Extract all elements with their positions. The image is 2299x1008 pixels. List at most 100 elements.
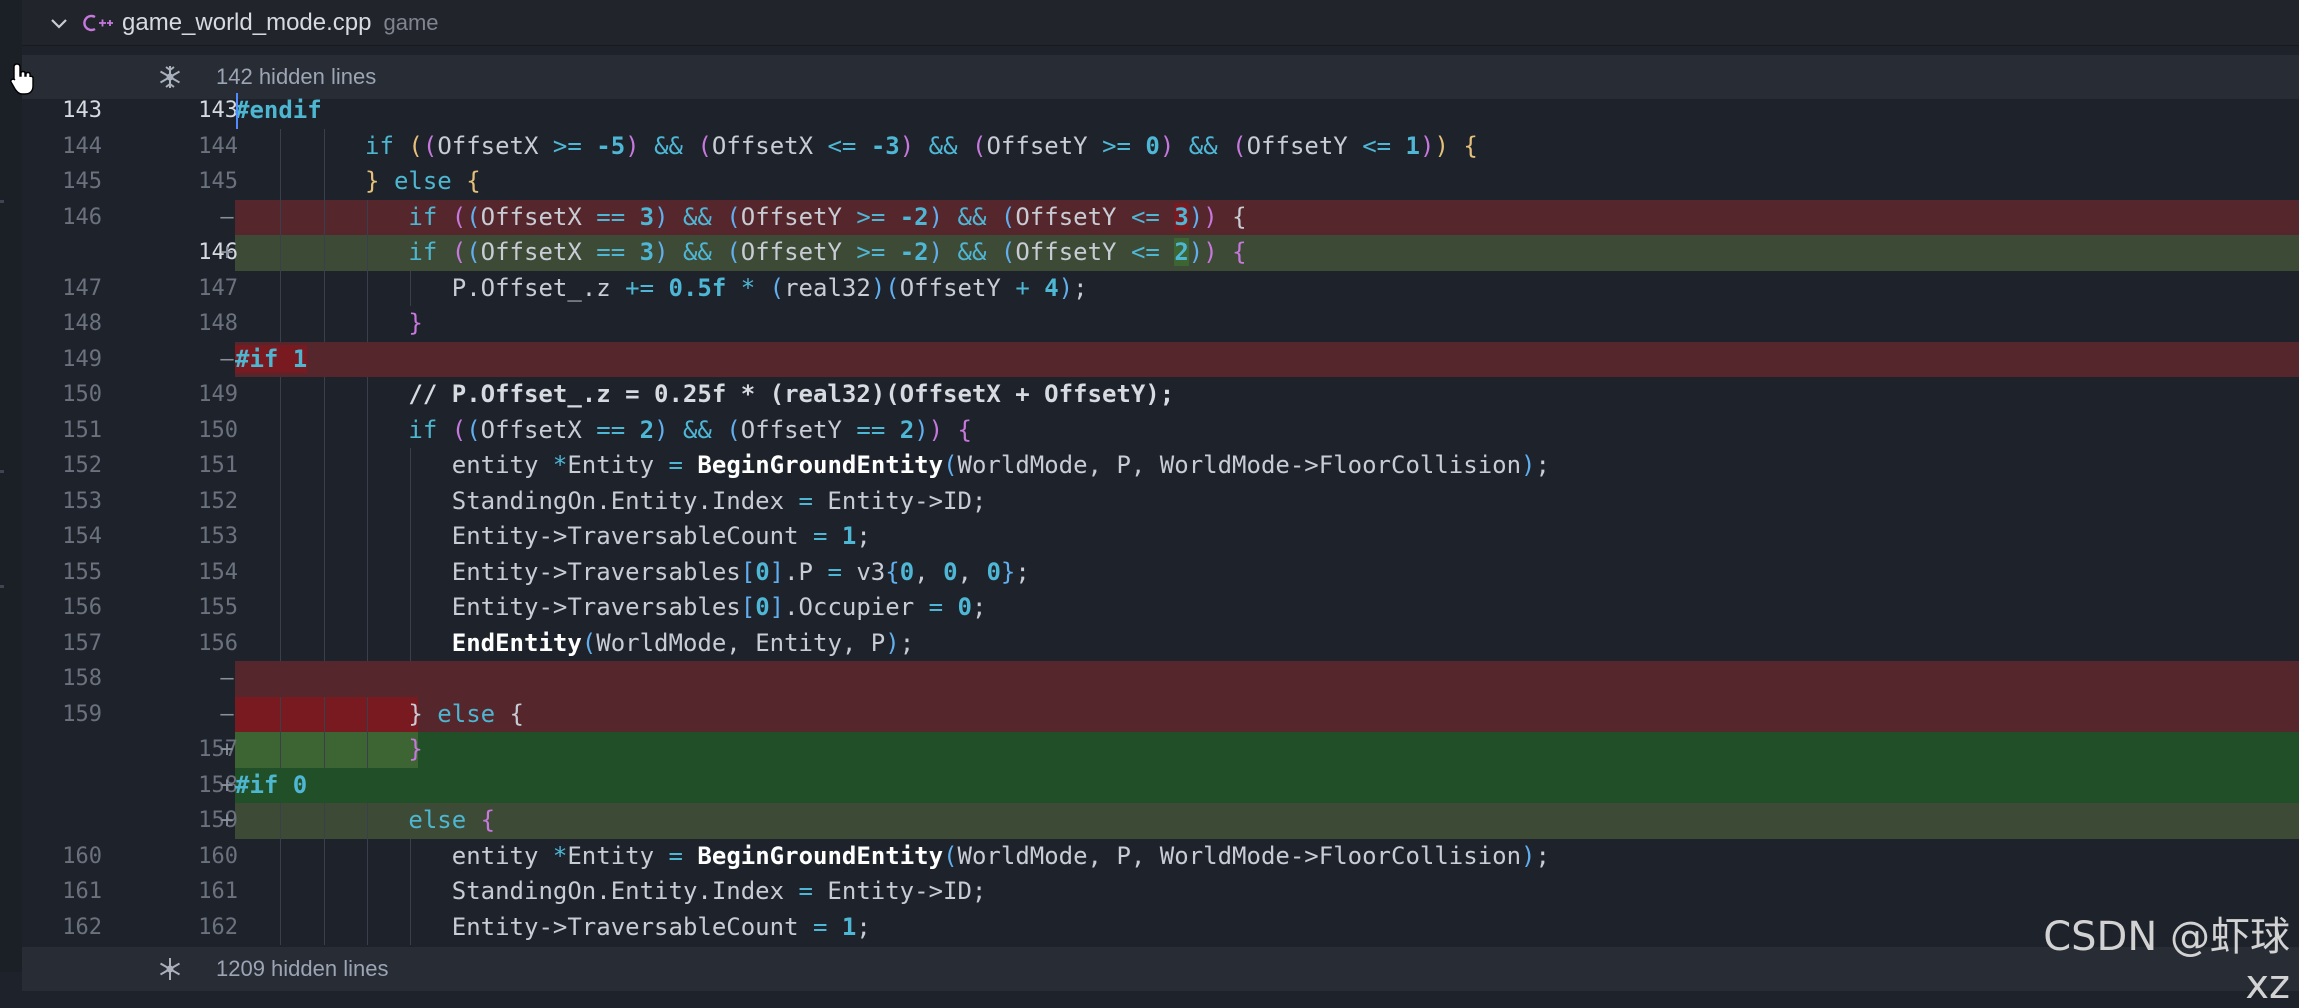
old-line-number: 152: [62, 453, 102, 478]
diff-line[interactable]: 149 — #if 1: [22, 341, 2299, 378]
old-line-number: 162: [62, 914, 102, 940]
old-line-number: 158: [62, 666, 102, 691]
code-text[interactable]: Entity->Traversables[0].P = v3{0, 0, 0};: [452, 555, 1030, 591]
code-text[interactable]: P.Offset_.z += 0.5f * (real32)(OffsetY +…: [452, 271, 1088, 307]
old-line-number: [22, 235, 102, 271]
diff-line[interactable]: 151 150 if ((OffsetX == 2) && (OffsetY == …: [22, 412, 2299, 449]
new-line-number: 155: [198, 595, 238, 620]
file-directory: game: [383, 9, 439, 35]
diff-line[interactable]: 148 148}: [22, 306, 2299, 342]
old-line-number: 156: [62, 595, 102, 620]
diff-line[interactable]: 143 143 #endif: [22, 93, 2299, 129]
new-line-number: 154: [198, 559, 238, 585]
new-line-number: 147: [198, 275, 238, 301]
diff-line[interactable]: 152 151 entity *Entity = BeginGroundEntity…: [22, 448, 2299, 484]
diff-line[interactable]: 144 144 if ((OffsetX >= -5) && (OffsetX <=…: [22, 128, 2299, 165]
diff-line[interactable]: 145 145} else {: [22, 164, 2299, 200]
code-text[interactable]: entity *Entity = BeginGroundEntity(World…: [452, 448, 1550, 484]
code-text[interactable]: if ((OffsetX >= -5) && (OffsetX <= -3) &…: [365, 129, 1478, 165]
code-text[interactable]: if ((OffsetX == 3) && (OffsetY >= -2) &&…: [408, 200, 1247, 236]
old-line-number: 161: [62, 879, 102, 904]
mouse-pointer-icon: [10, 63, 34, 95]
hidden-lines-label: 142 hidden lines: [216, 64, 377, 89]
diff-line[interactable]: 153 152 StandingOn.Entity.Index = Entity->…: [22, 483, 2299, 520]
old-line-number: 147: [62, 275, 102, 301]
old-line-number: [22, 768, 102, 804]
diff-line[interactable]: 159 + else {: [22, 803, 2299, 839]
diff-line[interactable]: 161 161 StandingOn.Entity.Index = Entity->…: [22, 874, 2299, 910]
code-text[interactable]: StandingOn.Entity.Index = Entity->ID;: [452, 874, 987, 910]
removed-marker: —: [220, 666, 234, 691]
diff-line[interactable]: 158 + #if 0: [22, 767, 2299, 804]
code-text[interactable]: if ((OffsetX == 2) && (OffsetY == 2)) {: [408, 413, 972, 449]
old-line-number: 149: [62, 346, 102, 372]
old-line-number: 153: [62, 488, 102, 514]
diff-line[interactable]: 154 153 Entity->TraversableCount = 1;: [22, 519, 2299, 555]
code-text[interactable]: // P.Offset_.z = 0.25f * (real32)(Offset…: [408, 377, 1174, 413]
code-text[interactable]: }: [408, 732, 422, 768]
old-line-number: 144: [62, 133, 102, 159]
code-text[interactable]: } else {: [365, 164, 481, 200]
old-line-number: 145: [62, 169, 102, 194]
diff-line[interactable]: 162 162 Entity->TraversableCount = 1;: [22, 909, 2299, 946]
diff-line[interactable]: 155 154 Entity->Traversables[0].P = v3{0, …: [22, 554, 2299, 591]
new-line-number: 153: [198, 524, 238, 549]
added-marker: +: [220, 772, 234, 798]
old-line-number: 146: [62, 204, 102, 230]
code-text[interactable]: Entity->TraversableCount = 1;: [452, 910, 871, 946]
new-line-number: 162: [198, 914, 238, 940]
new-line-number: 161: [198, 879, 238, 904]
old-line-number: 151: [62, 417, 102, 443]
code-text[interactable]: EndEntity(WorldMode, Entity, P);: [452, 626, 914, 662]
old-line-number: 143: [62, 98, 102, 123]
code-text[interactable]: StandingOn.Entity.Index = Entity->ID;: [452, 484, 987, 520]
old-line-number: 157: [62, 630, 102, 656]
added-marker: +: [220, 240, 234, 265]
diff-file-header[interactable]: game_world_mode.cpp game: [22, 0, 2299, 46]
left-activity-strip: [0, 0, 22, 972]
old-line-number: 160: [62, 843, 102, 869]
diff-line[interactable]: 147 147 P.Offset_.z += 0.5f * (real32)(Off…: [22, 270, 2299, 307]
code-text[interactable]: #if 0: [235, 768, 307, 804]
removed-marker: —: [220, 346, 234, 372]
new-line-number: 143: [198, 98, 238, 123]
code-text[interactable]: }: [408, 306, 422, 342]
code-text[interactable]: if ((OffsetX == 3) && (OffsetY >= -2) &&…: [408, 235, 1247, 271]
code-text[interactable]: entity *Entity = BeginGroundEntity(World…: [452, 839, 1550, 875]
diff-line[interactable]: 160 160 entity *Entity = BeginGroundEntity…: [22, 838, 2299, 875]
new-line-number: 160: [198, 843, 238, 869]
new-line-number: 144: [198, 133, 238, 159]
watermark: CSDN @虾球xz: [2043, 914, 2290, 1008]
diff-line[interactable]: 158 —: [22, 661, 2299, 697]
expand-icon[interactable]: [156, 63, 184, 91]
code-text[interactable]: } else {: [408, 697, 524, 733]
old-line-number: 154: [62, 524, 102, 549]
diff-line[interactable]: 157 156 EndEntity(WorldMode, Entity, P);: [22, 625, 2299, 662]
code-text[interactable]: Entity->TraversableCount = 1;: [452, 519, 871, 555]
old-line-number: 148: [62, 311, 102, 336]
hidden-lines-bar-bottom[interactable]: 1209 hidden lines: [22, 947, 2299, 991]
code-text[interactable]: else {: [408, 803, 495, 839]
hidden-lines-label: 1209 hidden lines: [216, 956, 389, 981]
removed-marker: —: [220, 701, 234, 727]
diff-code-view[interactable]: 143 143 #endif 144 144 if ((OffsetX >= -5) &&…: [22, 93, 2299, 945]
expand-icon[interactable]: [156, 955, 184, 983]
diff-line[interactable]: 157 +}: [22, 732, 2299, 768]
old-line-number: 159: [62, 701, 102, 727]
code-text[interactable]: #if 1: [235, 342, 308, 378]
diff-line[interactable]: 146 + if ((OffsetX == 3) && (OffsetY >= -2…: [22, 235, 2299, 271]
code-text[interactable]: #endif: [235, 93, 322, 129]
old-line-number: 150: [62, 382, 102, 407]
diff-line[interactable]: 146 — if ((OffsetX == 3) && (OffsetY >= -2…: [22, 199, 2299, 236]
text-caret: [236, 93, 238, 129]
old-line-number: 155: [62, 559, 102, 585]
diff-line[interactable]: 156 155 Entity->Traversables[0].Occupier =…: [22, 590, 2299, 626]
cpp-file-icon: [83, 14, 113, 31]
diff-line[interactable]: 159 — } else {: [22, 696, 2299, 733]
file-name[interactable]: game_world_mode.cpp: [122, 9, 371, 37]
chevron-down-icon[interactable]: [48, 12, 70, 34]
code-text[interactable]: Entity->Traversables[0].Occupier = 0;: [452, 590, 987, 626]
new-line-number: 149: [198, 382, 238, 407]
removed-marker: —: [220, 204, 234, 230]
diff-line[interactable]: 150 149 // P.Offset_.z = 0.25f * (real32)(…: [22, 377, 2299, 413]
